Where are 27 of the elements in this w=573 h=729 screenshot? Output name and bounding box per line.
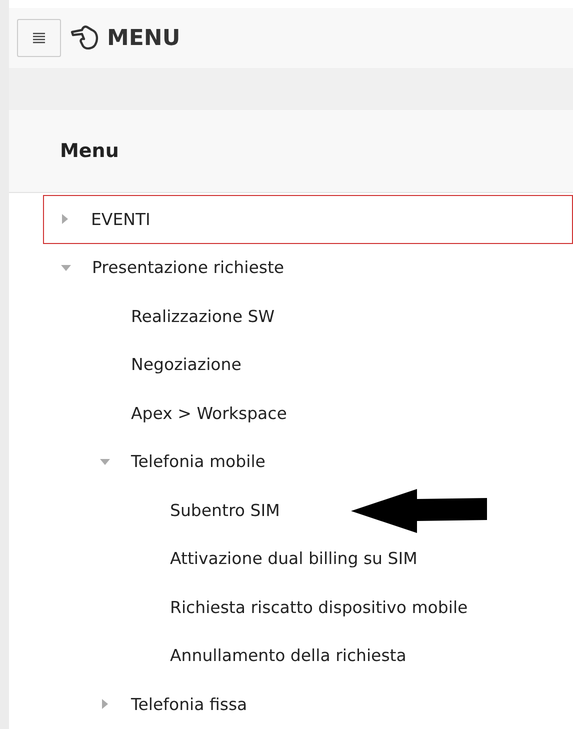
tree-item-label: Realizzazione SW — [131, 306, 275, 326]
tree-item[interactable]: Presentazione richieste — [9, 244, 573, 292]
tree-item-label: Telefonia fissa — [131, 694, 248, 714]
tree-item[interactable]: Richiesta riscatto dispositivo mobile — [9, 583, 573, 632]
tree-item-label: Negoziazione — [131, 355, 242, 374]
tree-item[interactable]: Telefonia mobile — [9, 438, 573, 486]
tree-item[interactable]: Attivazione dual billing su SIM — [9, 534, 573, 583]
tree-item[interactable]: Subentro SIM — [9, 486, 573, 534]
menu-title: Menu — [60, 140, 119, 162]
tree-item-label: Subentro SIM — [170, 500, 280, 520]
tree-item[interactable]: Realizzazione SW — [9, 292, 573, 340]
header-title: MENU — [107, 26, 180, 50]
tree-item[interactable]: Telefonia fissa — [9, 680, 573, 728]
tree-item[interactable]: Annullamento della richiesta — [9, 632, 573, 680]
tree-item-label: EVENTI — [91, 210, 150, 229]
tree-item-label: Telefonia mobile — [131, 452, 266, 472]
tree-item[interactable]: EVENTI — [43, 195, 573, 244]
tree-item-label: Richiesta riscatto dispositivo mobile — [170, 598, 468, 617]
tree-item-label: Apex > Workspace — [131, 404, 287, 423]
pointing-hand-icon — [70, 24, 100, 52]
tree-item[interactable]: Negoziazione — [9, 340, 573, 389]
tree-item-label: Attivazione dual billing su SIM — [170, 549, 418, 568]
tree-item-label: Annullamento della richiesta — [170, 646, 406, 666]
menu-button[interactable] — [17, 19, 61, 57]
tree-item-label: Presentazione richieste — [92, 258, 284, 278]
tree-item[interactable]: Apex > Workspace — [9, 389, 573, 438]
menu-icon — [32, 32, 46, 44]
